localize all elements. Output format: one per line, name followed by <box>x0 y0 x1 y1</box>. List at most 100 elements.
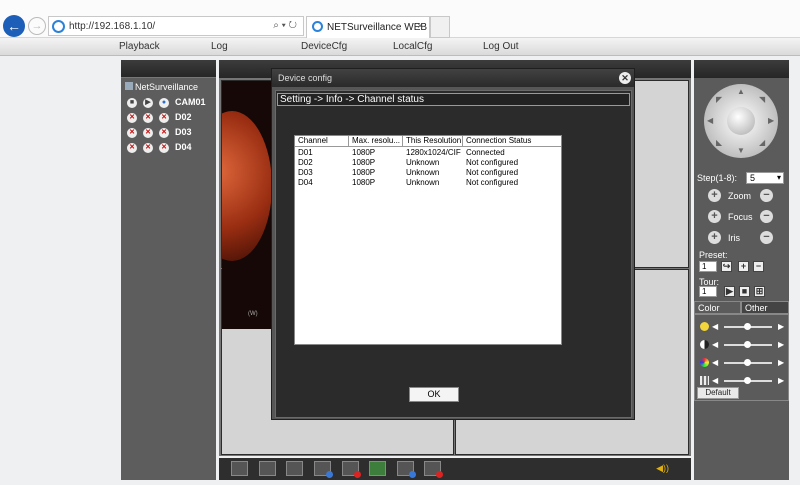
ptz-up-left-icon[interactable]: ◤ <box>716 95 722 104</box>
slider-knob[interactable] <box>744 377 751 384</box>
table-row[interactable]: D02 1080P Unknown Not configured <box>295 158 561 168</box>
address-url[interactable]: http://192.168.1.10/ <box>69 21 155 32</box>
chevron-down-icon: ▾ <box>776 173 781 182</box>
play-disabled-icon[interactable]: ✕ <box>143 128 153 138</box>
preset-goto-button[interactable]: ↪ <box>721 261 732 272</box>
menu-logout[interactable]: Log Out <box>483 41 519 52</box>
ptz-right-icon[interactable]: ▶ <box>768 116 774 125</box>
tab-color[interactable]: Color <box>694 301 741 314</box>
playback-disabled-icon[interactable]: ✕ <box>159 128 169 138</box>
step-select[interactable]: 5 ▾ <box>746 172 784 184</box>
back-button[interactable]: ← <box>3 15 25 37</box>
play-disabled-icon[interactable]: ✕ <box>143 143 153 153</box>
forward-button[interactable]: → <box>28 17 46 35</box>
iris-plus-button[interactable]: + <box>708 231 721 244</box>
table-row[interactable]: D03 1080P Unknown Not configured <box>295 168 561 178</box>
increase-icon[interactable]: ▶ <box>778 376 784 385</box>
zoom-out-button[interactable]: − <box>760 189 773 202</box>
ptz-down-left-icon[interactable]: ◣ <box>716 138 722 147</box>
default-button[interactable]: Default <box>697 387 739 399</box>
camera-feed[interactable]: (W) <box>222 81 272 329</box>
ptz-left-icon[interactable]: ◀ <box>707 116 713 125</box>
play-icon[interactable]: ▶ <box>143 98 153 108</box>
table-row[interactable]: D01 1080P 1280x1024/CIF Connected <box>295 148 561 158</box>
tab-close-icon[interactable]: × <box>417 21 423 32</box>
increase-icon[interactable]: ▶ <box>778 358 784 367</box>
zoom-control: + Zoom − <box>708 189 778 203</box>
sound-icon[interactable]: ◀)) <box>656 463 669 474</box>
ptz-center-button[interactable] <box>727 107 755 135</box>
play-disabled-icon[interactable]: ✕ <box>143 113 153 123</box>
preset-add-button[interactable]: + <box>738 261 749 272</box>
address-controls[interactable]: ⌕ ▾ ↻ <box>273 20 297 31</box>
tour-play-button[interactable]: ▶ <box>724 286 735 297</box>
column-header[interactable]: This Resolution <box>403 136 463 147</box>
increase-icon[interactable]: ▶ <box>778 322 784 331</box>
stop-disabled-icon[interactable]: ✕ <box>127 113 137 123</box>
slider-knob[interactable] <box>744 341 751 348</box>
brightness-slider[interactable]: ◀ ▶ <box>700 322 786 332</box>
decrease-icon[interactable]: ◀ <box>712 340 718 349</box>
preset-input[interactable]: 1 <box>699 261 717 272</box>
saturation-slider[interactable]: ◀ ▶ <box>700 358 786 368</box>
hue-icon <box>700 376 709 385</box>
column-header[interactable]: Connection Status <box>463 136 561 147</box>
quad-view-button[interactable] <box>286 461 303 476</box>
tour-input[interactable]: 1 <box>699 286 717 297</box>
single-view-button[interactable] <box>259 461 276 476</box>
decrease-icon[interactable]: ◀ <box>712 322 718 331</box>
cell-channel: D01 <box>298 148 313 157</box>
ptz-down-right-icon[interactable]: ◢ <box>759 138 765 147</box>
cell-connection-status: Not configured <box>466 178 519 187</box>
table-row[interactable]: D04 1080P Unknown Not configured <box>295 178 561 188</box>
stop-icon[interactable]: ■ <box>127 98 137 108</box>
fullscreen-button[interactable] <box>231 461 248 476</box>
close-all-button[interactable] <box>424 461 443 478</box>
contrast-slider[interactable]: ◀ ▶ <box>700 340 786 350</box>
menu-playback[interactable]: Playback <box>119 41 160 52</box>
focus-minus-button[interactable]: − <box>760 210 773 223</box>
channel-label: D02 <box>175 112 192 122</box>
stop-disabled-icon[interactable]: ✕ <box>127 128 137 138</box>
playback-disabled-icon[interactable]: ✕ <box>159 143 169 153</box>
menu-log[interactable]: Log <box>211 41 228 52</box>
tour-grid-button[interactable]: ⊞ <box>754 286 765 297</box>
tour-stop-button[interactable]: ■ <box>739 286 750 297</box>
iris-minus-button[interactable]: − <box>760 231 773 244</box>
snapshot-button[interactable] <box>369 461 386 476</box>
device-name[interactable]: NetSurveillance <box>125 82 198 92</box>
column-header[interactable]: Channel <box>295 136 349 147</box>
preset-remove-button[interactable]: − <box>753 261 764 272</box>
menu-localcfg[interactable]: LocalCfg <box>393 41 432 52</box>
cell-channel: D02 <box>298 158 313 167</box>
ptz-up-icon[interactable]: ▲ <box>737 87 745 96</box>
zoom-in-button[interactable]: + <box>708 189 721 202</box>
close-icon[interactable]: ✕ <box>619 72 631 84</box>
cell-connection-status: Not configured <box>466 158 519 167</box>
open-all-button[interactable] <box>397 461 416 478</box>
ptz-down-icon[interactable]: ▼ <box>737 146 745 155</box>
slider-knob[interactable] <box>744 359 751 366</box>
decrease-icon[interactable]: ◀ <box>712 376 718 385</box>
new-tab-button[interactable] <box>430 16 450 38</box>
browser-tab[interactable]: NETSurveillance WEB × <box>306 16 430 38</box>
address-bar[interactable]: http://192.168.1.10/ ⌕ ▾ ↻ <box>48 16 304 36</box>
record-button[interactable] <box>342 461 361 478</box>
cell-this-resolution: Unknown <box>406 158 440 167</box>
playback-icon[interactable]: ● <box>159 98 169 108</box>
tab-other[interactable]: Other <box>741 301 789 314</box>
dialog-titlebar[interactable]: Device config ✕ <box>272 69 634 87</box>
stop-disabled-icon[interactable]: ✕ <box>127 143 137 153</box>
hue-slider[interactable]: ◀ ▶ <box>700 376 786 386</box>
column-header[interactable]: Max. resolu... <box>349 136 403 147</box>
decrease-icon[interactable]: ◀ <box>712 358 718 367</box>
playback-button[interactable] <box>314 461 333 478</box>
slider-knob[interactable] <box>744 323 751 330</box>
increase-icon[interactable]: ▶ <box>778 340 784 349</box>
focus-plus-button[interactable]: + <box>708 210 721 223</box>
ok-button[interactable]: OK <box>409 387 459 402</box>
menu-devicecfg[interactable]: DeviceCfg <box>301 41 347 52</box>
ptz-up-right-icon[interactable]: ◥ <box>759 95 765 104</box>
playback-disabled-icon[interactable]: ✕ <box>159 113 169 123</box>
ptz-direction-pad[interactable]: ▲ ▼ ◀ ▶ ◤ ◥ ◣ ◢ <box>704 84 778 158</box>
